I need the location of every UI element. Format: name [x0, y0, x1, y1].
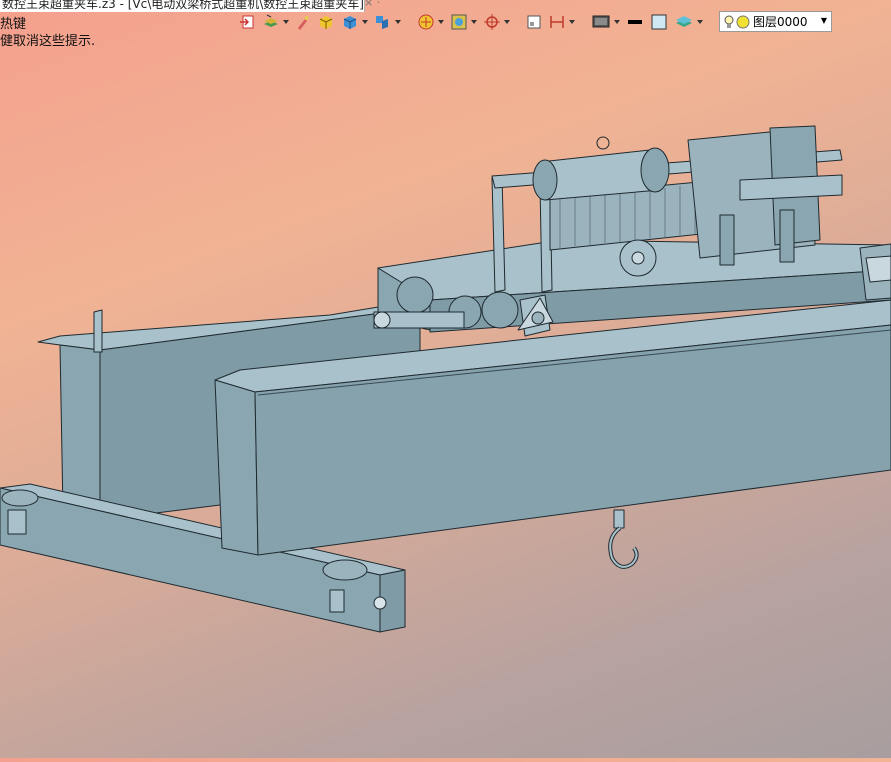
end-beam-wheel-2 — [322, 559, 368, 581]
display-button[interactable] — [589, 11, 622, 33]
end-beam-wheel-1 — [1, 489, 39, 507]
line-color-icon — [628, 20, 642, 24]
plane-icon — [527, 15, 541, 29]
snap-button[interactable] — [481, 11, 512, 33]
yellow-dot-icon — [736, 15, 750, 28]
layer-stack-icon — [264, 14, 278, 27]
dimension-icon — [550, 16, 564, 28]
fill-swatch-icon — [651, 14, 667, 30]
brush-button[interactable] — [293, 11, 313, 33]
render-style-button[interactable] — [415, 11, 446, 33]
lifting-eye — [596, 136, 610, 150]
main-toolbar — [236, 10, 705, 34]
plane-button[interactable] — [524, 11, 544, 33]
end-beam-bracket-2 — [329, 589, 345, 613]
layer-manager-button[interactable] — [672, 11, 705, 33]
solid-blue-button[interactable] — [339, 11, 370, 33]
import-icon — [240, 15, 254, 29]
reducer-1 — [396, 276, 434, 314]
shape-view-icon — [376, 16, 388, 29]
import-button[interactable] — [236, 11, 258, 33]
line-color-button[interactable] — [624, 11, 646, 33]
gearbox-flange — [739, 174, 843, 201]
solid-block-button[interactable] — [315, 11, 337, 33]
render-sphere-icon — [418, 14, 434, 30]
shading-button[interactable] — [448, 11, 479, 33]
layer-manager-icon — [676, 16, 692, 27]
shading-icon — [451, 14, 467, 30]
layers-tool-button[interactable] — [260, 11, 291, 33]
layer-select[interactable]: 图层0000 ▼ — [719, 11, 832, 32]
lightbulb-icon — [724, 15, 734, 28]
dimension-button[interactable] — [546, 11, 577, 33]
girder-side-plate — [865, 255, 891, 283]
crosshair-icon — [484, 14, 500, 30]
reducer-3 — [481, 291, 519, 329]
monitor-icon — [592, 15, 610, 28]
crane-model — [0, 125, 891, 633]
cube-yellow-icon — [319, 16, 333, 29]
end-beam-bracket-1 — [7, 509, 27, 535]
hook-block — [613, 509, 625, 529]
brush-icon — [298, 16, 308, 30]
layer-name: 图层0000 — [753, 15, 808, 29]
front-girder-face — [214, 379, 259, 556]
cad-viewport[interactable] — [0, 40, 891, 758]
view-shape-button[interactable] — [372, 11, 403, 33]
end-beam-hole — [373, 596, 387, 610]
dropdown-caret-icon[interactable]: ▼ — [821, 16, 827, 25]
tab-close-area[interactable]: × · — [364, 0, 394, 10]
rear-girder-plate — [93, 309, 103, 353]
cube-blue-icon — [343, 16, 357, 29]
fill-color-button[interactable] — [648, 11, 670, 33]
